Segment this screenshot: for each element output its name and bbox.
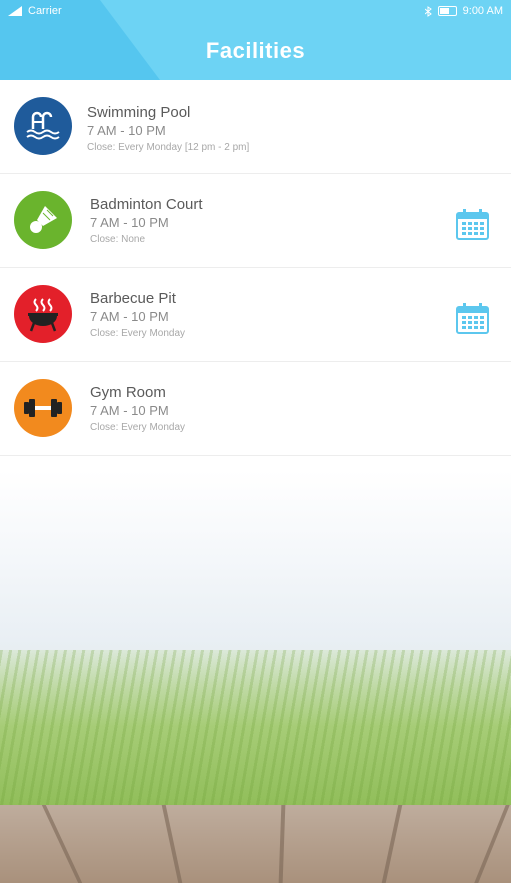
facility-close-info: Close: Every Monday	[90, 422, 186, 433]
facility-name: Barbecue Pit	[90, 290, 176, 307]
calendar-icon[interactable]	[456, 209, 489, 240]
carrier-label: Carrier	[28, 5, 62, 17]
wooden-deck-background	[0, 805, 511, 883]
dumbbell-icon	[14, 379, 72, 437]
facility-close-info: Close: Every Monday [12 pm - 2 pm]	[87, 142, 250, 153]
status-time: 9:00 AM	[462, 5, 503, 17]
facility-name: Swimming Pool	[87, 104, 191, 121]
facility-close-info: Close: Every Monday	[90, 328, 186, 339]
page-title: Facilities	[205, 38, 306, 63]
status-bar: Carrier 9:00 AM	[0, 3, 511, 21]
signal-icon	[8, 6, 22, 16]
facility-row-gym-room[interactable]: Gym Room 7 AM - 10 PM Close: Every Monda…	[0, 362, 511, 456]
facility-name: Gym Room	[90, 384, 166, 401]
battery-icon	[437, 6, 457, 16]
bluetooth-icon	[424, 5, 432, 17]
facility-name: Badminton Court	[90, 196, 203, 213]
facility-row-barbecue-pit[interactable]: Barbecue Pit 7 AM - 10 PM Close: Every M…	[0, 268, 511, 362]
facility-hours: 7 AM - 10 PM	[90, 309, 169, 324]
swimming-pool-icon	[14, 97, 72, 155]
shuttlecock-icon	[14, 191, 72, 249]
facility-hours: 7 AM - 10 PM	[90, 403, 169, 418]
facility-hours: 7 AM - 10 PM	[87, 123, 166, 138]
grill-icon	[14, 285, 72, 343]
facility-hours: 7 AM - 10 PM	[90, 215, 169, 230]
calendar-icon[interactable]	[456, 303, 489, 334]
grass-background	[0, 650, 511, 820]
facility-list: Swimming Pool 7 AM - 10 PM Close: Every …	[0, 80, 511, 456]
facility-close-info: Close: None	[90, 234, 146, 245]
app-header: Carrier 9:00 AM Facilities	[0, 0, 511, 80]
facility-row-swimming-pool[interactable]: Swimming Pool 7 AM - 10 PM Close: Every …	[0, 80, 511, 174]
facility-row-badminton-court[interactable]: Badminton Court 7 AM - 10 PM Close: None	[0, 174, 511, 268]
